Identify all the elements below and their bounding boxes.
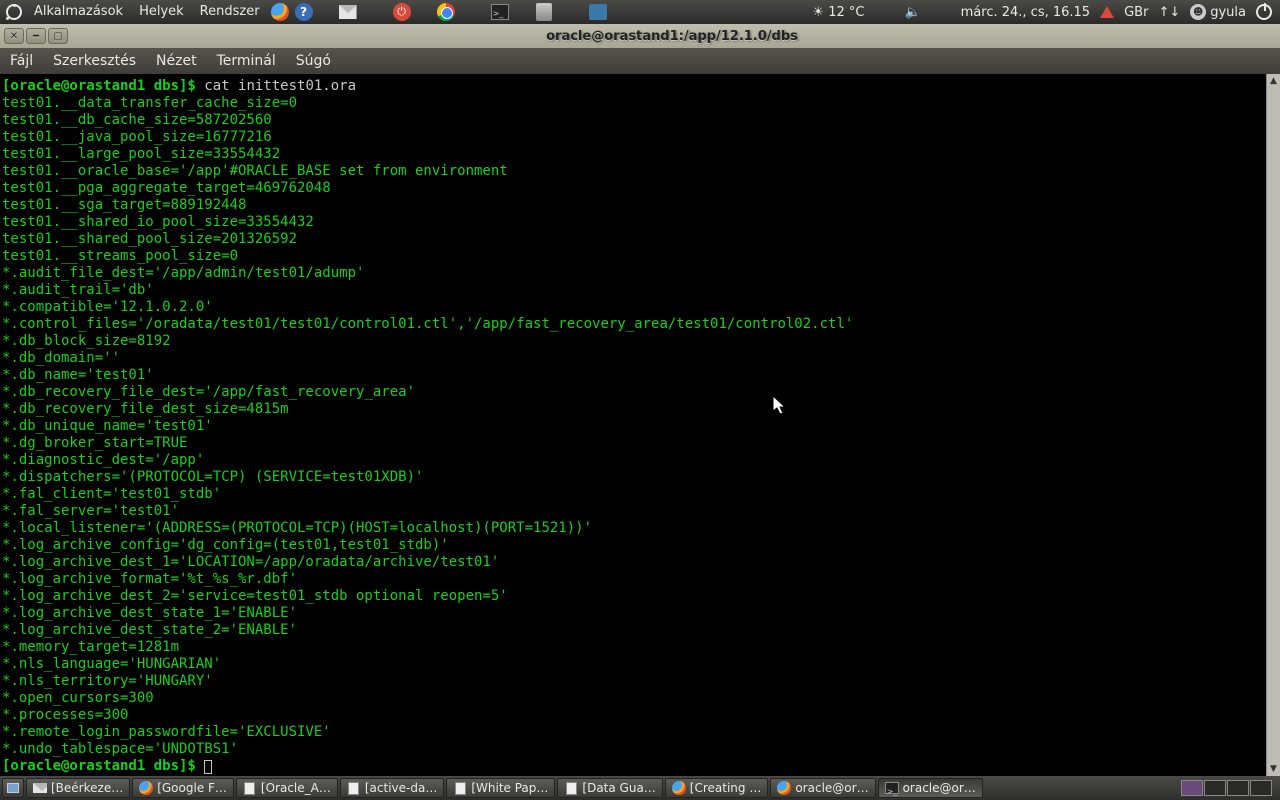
menu-places[interactable]: Helyek (131, 0, 192, 24)
firefox-icon (139, 781, 153, 795)
keyboard-layout[interactable]: GBr (1124, 5, 1148, 20)
taskbar-item-label: [Oracle_A… (261, 781, 331, 795)
menu-edit[interactable]: Szerkesztés (43, 48, 146, 74)
taskbar-item-label: oracle@or… (903, 781, 976, 795)
taskbar-item[interactable]: [Data Gua… (557, 778, 662, 798)
screenshot-launcher-icon[interactable] (586, 0, 610, 24)
menu-file[interactable]: Fájl (0, 48, 43, 74)
weather-temp: 12 °C (828, 5, 864, 20)
workspace-2[interactable] (1204, 780, 1226, 796)
terminal-output[interactable]: [oracle@orastand1 dbs]$ cat inittest01.o… (0, 74, 1266, 776)
disks-launcher-icon[interactable] (532, 0, 556, 24)
document-icon (453, 781, 467, 795)
taskbar-item-label: [White Pap… (471, 781, 548, 795)
taskbar-item[interactable]: [Google F… (132, 778, 234, 798)
terminal-menubar: Fájl Szerkesztés Nézet Terminál Súgó (0, 48, 1280, 74)
ubuntu-logo-icon[interactable] (2, 0, 26, 24)
window-minimize-button[interactable]: ━ (26, 28, 46, 44)
workspace-3[interactable] (1227, 780, 1249, 796)
sun-icon: ☀ (812, 5, 824, 20)
taskbar-item-label: [Data Gua… (582, 781, 655, 795)
document-icon (347, 781, 361, 795)
update-warning-icon[interactable] (1100, 6, 1114, 18)
window-title: oracle@orastand1:/app/12.1.0/dbs (68, 29, 1276, 44)
chrome-launcher-icon[interactable] (434, 0, 458, 24)
workspace-1[interactable] (1181, 780, 1203, 796)
mail-icon (33, 781, 47, 795)
taskbar-item-label: [active-da… (365, 781, 437, 795)
terminal-scrollbar[interactable]: ▲ ▼ (1266, 74, 1280, 776)
taskbar-item-label: [Beérkeze… (51, 781, 123, 795)
sound-indicator-icon[interactable]: 🔈 (874, 5, 950, 20)
user-icon: ☻ (1190, 4, 1206, 20)
document-icon (564, 781, 578, 795)
workspace-4[interactable] (1250, 780, 1272, 796)
taskbar-item[interactable]: oracle@or… (770, 778, 875, 798)
shutdown-launcher-icon[interactable] (390, 0, 414, 24)
mail-launcher-icon[interactable] (336, 0, 360, 24)
taskbar-item[interactable]: [Beérkeze… (26, 778, 130, 798)
terminal-launcher-icon[interactable] (488, 0, 512, 24)
network-icon[interactable]: ↑↓ (1158, 5, 1180, 20)
window-maximize-button[interactable]: ▢ (48, 28, 68, 44)
scroll-up-button[interactable]: ▲ (1267, 74, 1280, 88)
help-launcher-icon[interactable]: ? (292, 0, 316, 24)
firefox-launcher-icon[interactable] (268, 0, 292, 24)
clock[interactable]: márc. 24., cs, 16.15 (961, 5, 1090, 20)
menu-view[interactable]: Nézet (146, 48, 207, 74)
taskbar-item-label: [Google F… (157, 781, 227, 795)
document-icon (243, 781, 257, 795)
taskbar-item[interactable]: [active-da… (340, 778, 444, 798)
show-desktop-button[interactable] (2, 778, 24, 798)
taskbar-item-label: [Creating … (690, 781, 762, 795)
taskbar-item[interactable]: [Oracle_A… (236, 778, 338, 798)
user-name: gyula (1210, 5, 1246, 20)
menu-applications[interactable]: Alkalmazások (26, 0, 131, 24)
session-power-icon[interactable] (1256, 4, 1272, 20)
firefox-icon (777, 781, 791, 795)
menu-terminal[interactable]: Terminál (207, 48, 286, 74)
scroll-down-button[interactable]: ▼ (1267, 762, 1280, 776)
menu-system[interactable]: Rendszer (192, 0, 268, 24)
workspace-switcher[interactable] (1181, 780, 1272, 796)
firefox-icon (672, 781, 686, 795)
taskbar-item[interactable]: [Creating … (665, 778, 769, 798)
terminal-icon (885, 781, 899, 795)
top-panel: Alkalmazások Helyek Rendszer ? ☀ 12 °C 🔈… (0, 0, 1280, 24)
menu-help[interactable]: Súgó (286, 48, 341, 74)
taskbar-item-label: oracle@or… (795, 781, 868, 795)
taskbar-item[interactable]: oracle@or… (878, 778, 983, 798)
weather-indicator[interactable]: ☀ 12 °C (812, 5, 864, 20)
bottom-panel: [Beérkeze… [Google F… [Oracle_A… [active-da… (0, 776, 1280, 800)
desktop-icon (7, 783, 19, 793)
taskbar-item[interactable]: [White Pap… (446, 778, 555, 798)
user-menu[interactable]: ☻ gyula (1190, 4, 1246, 20)
window-titlebar[interactable]: ✕ ━ ▢ oracle@orastand1:/app/12.1.0/dbs (0, 24, 1280, 48)
window-close-button[interactable]: ✕ (4, 28, 24, 44)
